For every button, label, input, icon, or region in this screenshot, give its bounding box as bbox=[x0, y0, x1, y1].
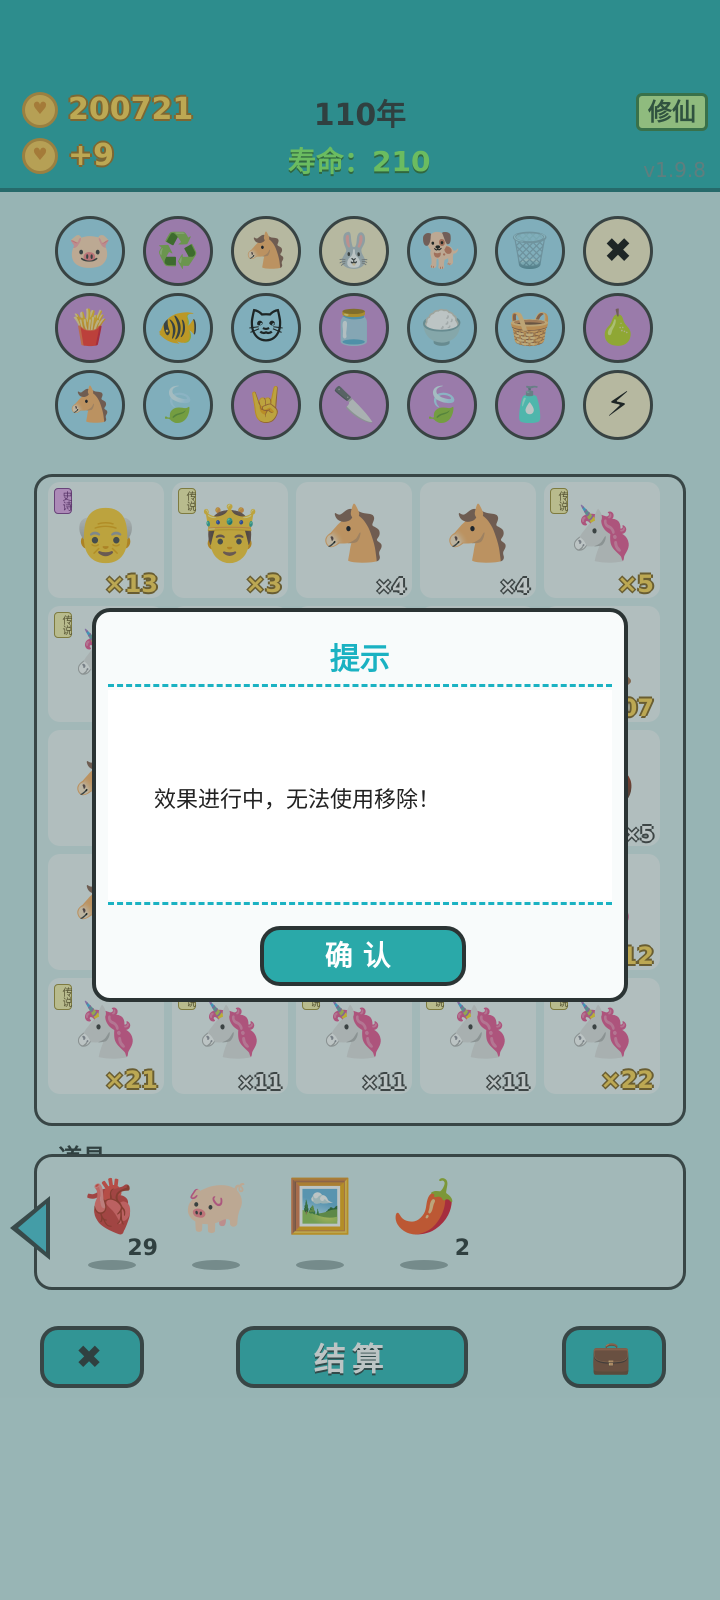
dialog-title: 提示 bbox=[330, 642, 390, 677]
dialog-divider-bottom bbox=[108, 902, 612, 905]
dialog-body: 效果进行中，无法使用移除！ bbox=[108, 690, 612, 900]
hint-dialog: 提示 效果进行中，无法使用移除！ 确认 bbox=[92, 608, 628, 1002]
confirm-button[interactable]: 确认 bbox=[260, 926, 466, 986]
dialog-message: 效果进行中，无法使用移除！ bbox=[154, 788, 441, 813]
dialog-divider-top bbox=[108, 684, 612, 687]
